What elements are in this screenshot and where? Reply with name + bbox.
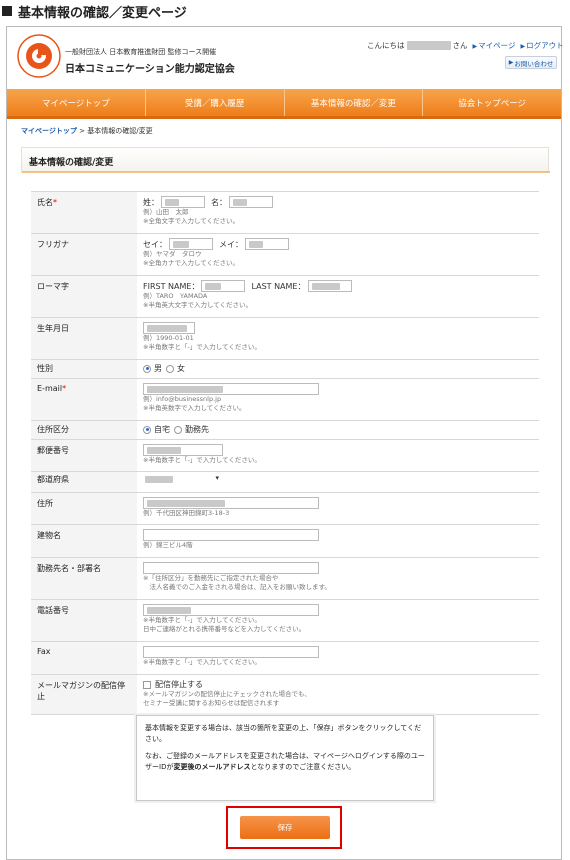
org-name: 日本コミュニケーション能力認定協会 <box>65 64 235 75</box>
label-name: 氏名* <box>31 191 137 234</box>
row-address-type: 住所区分 自宅 勤務先 <box>31 420 539 440</box>
label-postal: 郵便番号 <box>31 439 137 472</box>
site-header: 一般財団法人 日本教育推進財団 監修コース開催 日本コミュニケーション能力認定協… <box>7 27 564 89</box>
row-kana: フリガナ セイ： メイ： 例）ヤマダ タロウ ※全角カナで入力してください。 <box>31 233 539 276</box>
phone-input[interactable] <box>143 604 319 616</box>
last-name-input[interactable] <box>307 280 352 292</box>
profile-form: 氏名* 姓： 名： 例）山田 太郎 ※全角文字で入力してください。 フリガナ セ… <box>31 191 539 715</box>
main-nav: マイページトップ 受講／購入履歴 基本情報の確認／変更 協会トップページ <box>7 89 561 119</box>
arrow-right-icon: ▶ <box>472 43 478 50</box>
row-gender: 性別 男 女 <box>31 359 539 379</box>
company-input[interactable] <box>143 562 319 574</box>
label-building: 建物名 <box>31 524 137 558</box>
label-address-type: 住所区分 <box>31 420 137 440</box>
first-name-input[interactable] <box>201 280 246 292</box>
breadcrumb-home-link[interactable]: マイページトップ <box>21 127 77 135</box>
label-fax: Fax <box>31 641 137 675</box>
label-prefecture: 都道府県 <box>31 471 137 493</box>
label-gender: 性別 <box>31 359 137 379</box>
nav-history[interactable]: 受講／購入履歴 <box>146 89 285 116</box>
contact-button[interactable]: ▶ お問い合わせ <box>505 56 557 69</box>
row-postal: 郵便番号 ※半角数字と「-」で入力してください。 <box>31 439 539 472</box>
row-name: 氏名* 姓： 名： 例）山田 太郎 ※全角文字で入力してください。 <box>31 191 539 234</box>
label-email: E-mail* <box>31 378 137 421</box>
sei-kana-input[interactable] <box>169 238 213 250</box>
postal-input[interactable] <box>143 444 223 456</box>
building-input[interactable] <box>143 529 319 541</box>
address-input[interactable] <box>143 497 319 509</box>
greeting-prefix: こんにちは <box>367 41 405 50</box>
row-fax: Fax ※半角数字と「-」で入力してください。 <box>31 641 539 675</box>
row-email: E-mail* 例）info@businessnlp.jp ※半角英数字で入力し… <box>31 378 539 421</box>
section-accent-line <box>22 171 550 173</box>
notice-paragraph-2: なお、ご登録のメールアドレスを変更された場合は、マイページへログインする際のユー… <box>145 752 425 771</box>
radio-female[interactable] <box>166 364 174 373</box>
email-input[interactable] <box>143 383 319 395</box>
row-prefecture: 都道府県 ▾ <box>31 471 539 493</box>
greeting-suffix: さん <box>452 41 468 50</box>
mei-input[interactable] <box>229 196 273 208</box>
contact-button-label: お問い合わせ <box>514 59 554 68</box>
label-kana: フリガナ <box>31 233 137 276</box>
prefecture-select[interactable]: ▾ <box>143 474 221 486</box>
row-building: 建物名 例）錦三ビル4階 <box>31 524 539 558</box>
radio-male[interactable] <box>143 364 151 373</box>
label-romaji: ローマ字 <box>31 275 137 318</box>
section-title: 基本情報の確認/変更 <box>21 147 550 173</box>
square-bullet-icon <box>2 6 12 16</box>
save-button-highlight: 保存 <box>226 806 342 849</box>
birthdate-input[interactable] <box>143 322 195 334</box>
label-newsletter: メールマガジンの配信停止 <box>31 674 137 715</box>
row-company: 勤務先名・部署名 ※「住所区分」を勤務先にご指定された場合や 法人名義でのご入金… <box>31 557 539 600</box>
row-birthdate: 生年月日 例）1990-01-01 ※半角数字と「-」で入力してください。 <box>31 317 539 360</box>
mei-kana-input[interactable] <box>245 238 289 250</box>
radio-work[interactable] <box>174 425 182 434</box>
page-heading: 基本情報の確認／変更ページ <box>2 1 187 21</box>
save-notice: 基本情報を変更する場合は、該当の箇所を変更の上、「保存」ボタンをクリックしてくだ… <box>136 715 434 801</box>
arrow-right-icon: ▶ <box>508 59 514 66</box>
label-phone: 電話番号 <box>31 599 137 642</box>
row-romaji: ローマ字 FIRST NAME： LAST NAME： 例）TARO YAMAD… <box>31 275 539 318</box>
association-logo[interactable] <box>17 34 61 78</box>
breadcrumb: マイページトップ > 基本情報の確認/変更 <box>21 127 153 135</box>
org-subtitle: 一般財団法人 日本教育推進財団 監修コース開催 <box>65 48 217 56</box>
row-phone: 電話番号 ※半角数字と「-」で入力してください。 日中ご連絡がとれる携帯番号など… <box>31 599 539 642</box>
mypage-link[interactable]: ▶マイページ <box>473 40 516 51</box>
newsletter-stop-checkbox[interactable] <box>143 680 151 689</box>
logout-link[interactable]: ▶ログアウト <box>520 40 563 51</box>
section-title-text: 基本情報の確認/変更 <box>29 158 114 168</box>
row-newsletter: メールマガジンの配信停止 配信停止する ※メールマガジンの配信停止にチェックされ… <box>31 674 539 715</box>
chevron-down-icon: ▾ <box>215 474 219 482</box>
save-button[interactable]: 保存 <box>240 816 330 839</box>
label-birthdate: 生年月日 <box>31 317 137 360</box>
radio-home[interactable] <box>143 425 151 434</box>
arrow-right-icon: ▶ <box>520 43 526 50</box>
fax-input[interactable] <box>143 646 319 658</box>
label-company: 勤務先名・部署名 <box>31 557 137 600</box>
nav-profile[interactable]: 基本情報の確認／変更 <box>285 89 424 116</box>
page-heading-text: 基本情報の確認／変更ページ <box>18 5 187 21</box>
label-address: 住所 <box>31 492 137 525</box>
user-greeting: こんにちは さん ▶マイページ ▶ログアウト <box>367 40 564 51</box>
notice-paragraph-1: 基本情報を変更する場合は、該当の箇所を変更の上、「保存」ボタンをクリックしてくだ… <box>145 724 422 743</box>
nav-association-top[interactable]: 協会トップページ <box>423 89 561 116</box>
username-masked <box>406 41 451 50</box>
row-address: 住所 例）千代田区神田錦町3-18-3 <box>31 492 539 525</box>
sei-input[interactable] <box>161 196 205 208</box>
breadcrumb-current: 基本情報の確認/変更 <box>87 127 153 135</box>
nav-mypage-top[interactable]: マイページトップ <box>7 89 146 116</box>
